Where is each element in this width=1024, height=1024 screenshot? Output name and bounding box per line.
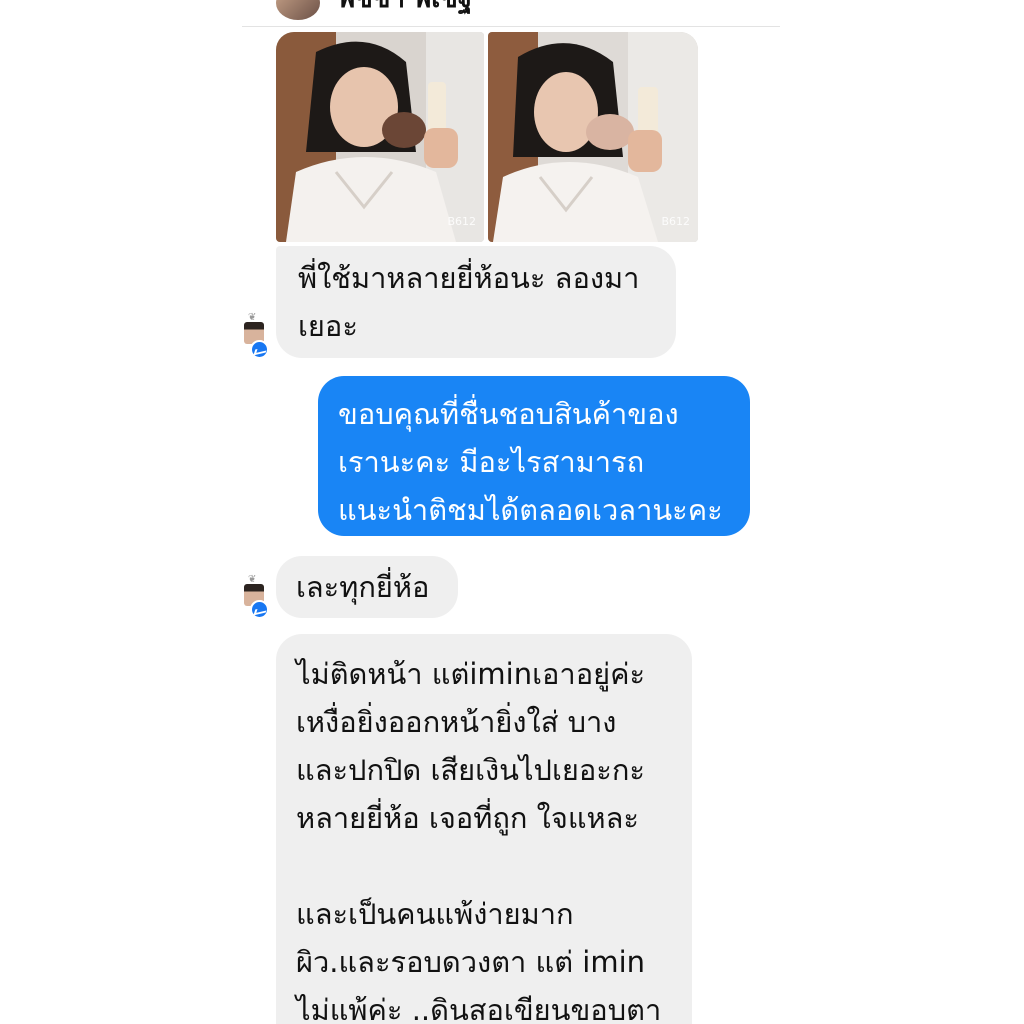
chat-thread: พิชชา พิเชฐ B612 [242,0,780,1024]
selfie-image [488,32,698,242]
shared-photo-2[interactable]: B612 [488,32,698,242]
contact-avatar[interactable] [276,0,320,20]
incoming-message[interactable]: พี่ใช้มาหลายยี่ห้อนะ ลองมา เยอะ [276,246,676,358]
messenger-icon [250,600,269,619]
photo-watermark: B612 [447,215,476,228]
photo-watermark: B612 [661,215,690,228]
incoming-message[interactable]: ไม่ติดหน้า แต่iminเอาอยู่ค่ะ เหงื่อยิ่งอ… [276,634,692,1024]
incoming-message[interactable]: เละทุกยี่ห้อ [276,556,458,618]
shared-photo-1[interactable]: B612 [276,32,484,242]
messenger-icon [250,340,269,359]
contact-name[interactable]: พิชชา พิเชฐ [338,0,472,12]
outgoing-message[interactable]: ขอบคุณที่ชื่นชอบสินค้าของ เรานะคะ มีอะไร… [318,376,750,536]
conversation-header: พิชชา พิเชฐ [242,0,780,27]
selfie-image [276,32,484,242]
